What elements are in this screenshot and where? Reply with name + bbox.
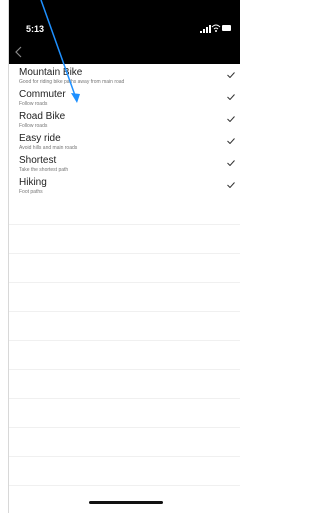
empty-row	[9, 283, 240, 312]
empty-row	[9, 457, 240, 486]
check-icon	[227, 116, 235, 122]
route-option-mountain-bike[interactable]: Mountain Bike Good for riding bike paths…	[9, 64, 240, 86]
empty-row	[9, 196, 240, 225]
option-subtitle: Follow roads	[19, 123, 48, 129]
option-subtitle: Avoid hills and main roads	[19, 145, 78, 151]
check-icon	[227, 138, 235, 144]
option-title: Commuter	[19, 89, 66, 100]
route-option-road-bike[interactable]: Road Bike Follow roads	[9, 108, 240, 130]
route-option-hiking[interactable]: Hiking Foot paths	[9, 174, 240, 196]
option-title: Road Bike	[19, 111, 66, 122]
battery-icon	[222, 25, 231, 31]
route-type-list: Mountain Bike Good for riding bike paths…	[9, 64, 240, 486]
option-subtitle: Follow roads	[19, 101, 48, 107]
option-subtitle: Take the shortest path	[19, 167, 69, 173]
wifi-icon	[211, 24, 221, 32]
route-option-commuter[interactable]: Commuter Follow roads	[9, 86, 240, 108]
option-title: Hiking	[19, 177, 47, 188]
status-icons	[200, 24, 231, 33]
chevron-left-icon[interactable]	[11, 44, 27, 60]
check-icon	[227, 182, 235, 188]
option-subtitle: Good for riding bike paths away from mai…	[19, 79, 125, 85]
empty-row	[9, 399, 240, 428]
option-title: Mountain Bike	[19, 67, 83, 78]
empty-row	[9, 341, 240, 370]
route-option-shortest[interactable]: Shortest Take the shortest path	[9, 152, 240, 174]
route-option-easy-ride[interactable]: Easy ride Avoid hills and main roads	[9, 130, 240, 152]
empty-row	[9, 370, 240, 399]
empty-row	[9, 312, 240, 341]
empty-row	[9, 254, 240, 283]
option-title: Shortest	[19, 155, 57, 166]
home-indicator[interactable]	[89, 501, 163, 504]
signal-icon	[200, 25, 211, 33]
check-icon	[227, 72, 235, 78]
option-subtitle: Foot paths	[19, 189, 43, 195]
navigation-bar	[9, 40, 240, 64]
status-time: 5:13	[26, 24, 45, 34]
check-icon	[227, 94, 235, 100]
phone-screen: 5:13 Mountain Bike Good for riding bike …	[8, 0, 240, 513]
option-title: Easy ride	[19, 133, 61, 144]
empty-row	[9, 225, 240, 254]
status-bar: 5:13	[9, 0, 240, 40]
empty-row	[9, 428, 240, 457]
check-icon	[227, 160, 235, 166]
